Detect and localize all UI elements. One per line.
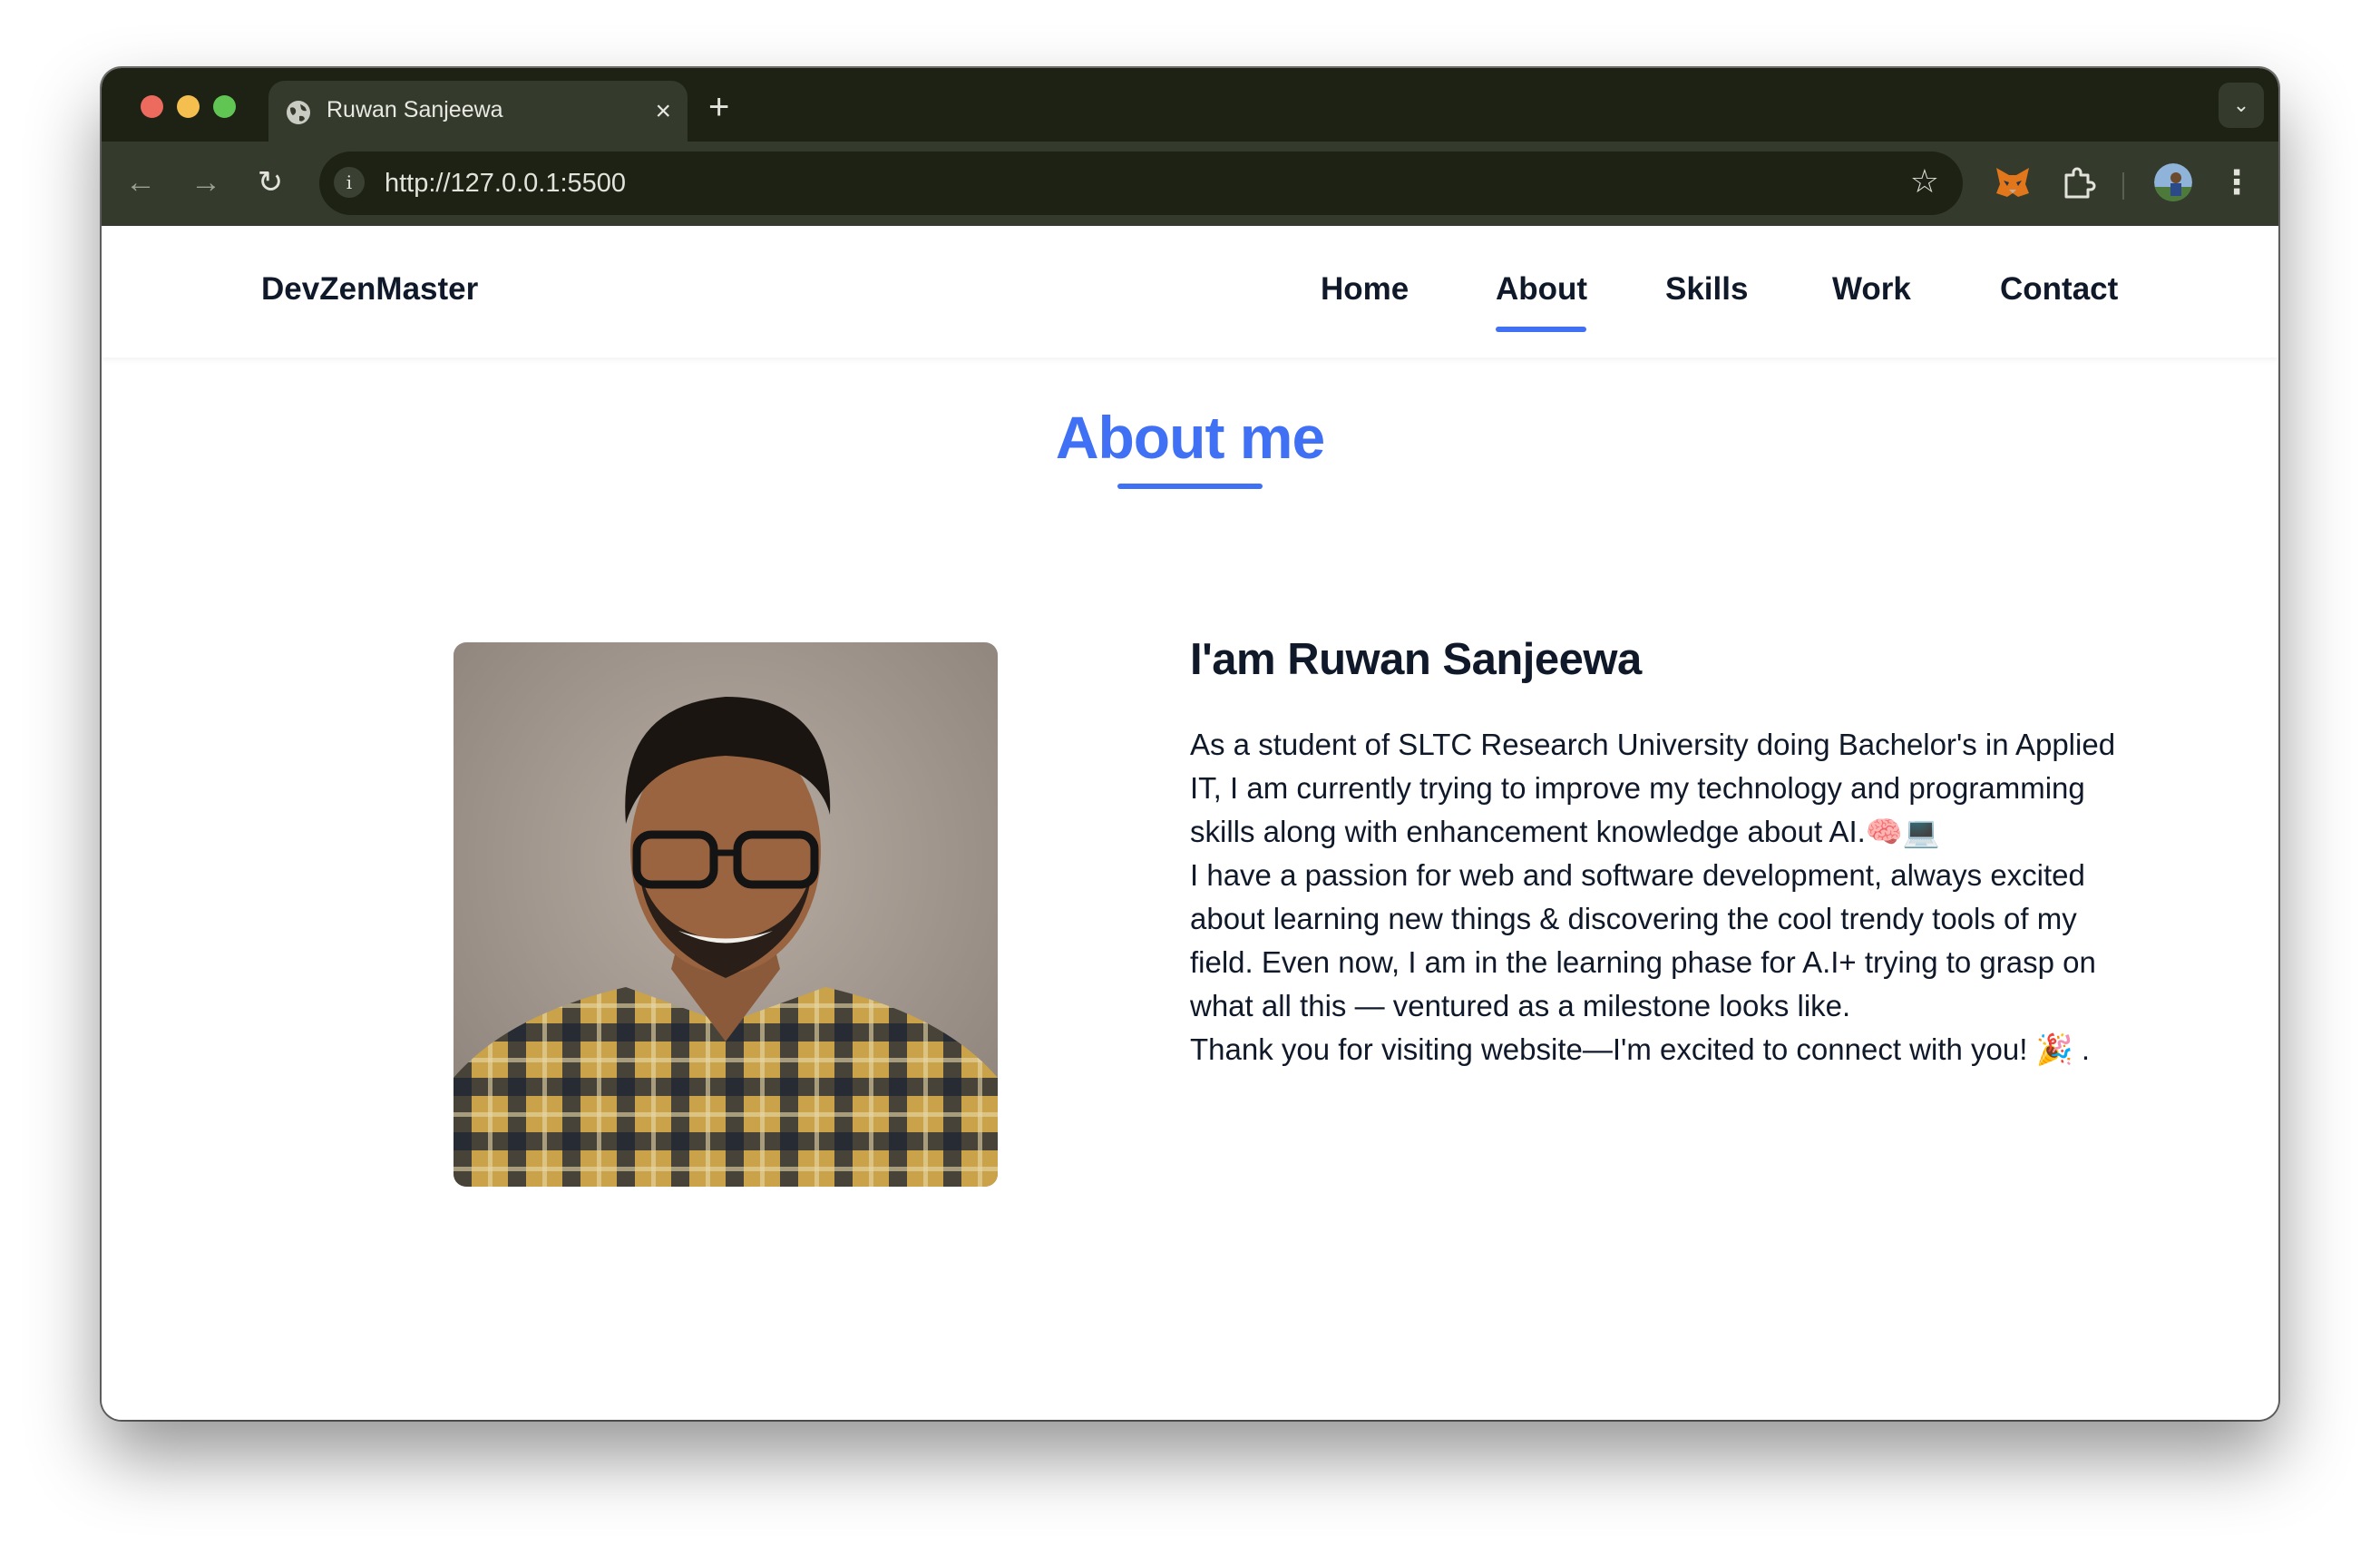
nav-contact[interactable]: Contact — [2000, 271, 2118, 308]
tab-strip: Ruwan Sanjeewa × + ⌄ — [102, 68, 2278, 142]
nav-work[interactable]: Work — [1832, 271, 1911, 308]
bookmark-star-icon[interactable]: ☆ — [1910, 163, 1939, 200]
active-nav-indicator — [1496, 327, 1586, 332]
section-title: About me — [1055, 404, 1325, 471]
title-underline — [1117, 484, 1263, 489]
minimize-window-button[interactable] — [177, 95, 200, 118]
nav-home[interactable]: Home — [1321, 271, 1409, 308]
browser-window: Ruwan Sanjeewa × + ⌄ ← → ↻ i http://127.… — [102, 68, 2278, 1420]
greeting-heading: I'am Ruwan Sanjeewa — [1190, 635, 1642, 684]
bio-paragraph-3: Thank you for visiting website—I'm excit… — [1190, 1032, 2090, 1066]
bio-paragraph-2: I have a passion for web and software de… — [1190, 858, 2096, 1022]
url-text[interactable]: http://127.0.0.1:5500 — [385, 169, 626, 199]
bio-text: As a student of SLTC Research University… — [1190, 723, 2133, 1071]
nav-skills[interactable]: Skills — [1665, 271, 1748, 308]
tab-title: Ruwan Sanjeewa — [327, 97, 503, 122]
web-page: DevZenMaster Home About Skills Work Cont… — [102, 226, 2278, 1420]
address-bar[interactable]: i http://127.0.0.1:5500 ☆ — [319, 152, 1963, 215]
globe-icon — [287, 101, 310, 124]
tab-close-icon[interactable]: × — [655, 96, 671, 127]
close-window-button[interactable] — [141, 95, 163, 118]
site-logo[interactable]: DevZenMaster — [261, 271, 478, 308]
forward-icon[interactable]: → — [185, 161, 227, 203]
site-header: DevZenMaster Home About Skills Work Cont… — [102, 226, 2278, 357]
browser-toolbar: ← → ↻ i http://127.0.0.1:5500 ☆ ⋮ — [102, 142, 2278, 226]
reload-icon[interactable]: ↻ — [249, 161, 291, 203]
bio-paragraph-1: As a student of SLTC Research University… — [1190, 728, 2116, 848]
toolbar-divider — [2122, 172, 2124, 200]
tab-search-button[interactable]: ⌄ — [2219, 83, 2264, 128]
browser-tab[interactable]: Ruwan Sanjeewa × — [268, 81, 688, 142]
extensions-puzzle-icon[interactable] — [2059, 164, 2097, 202]
profile-avatar[interactable] — [2154, 163, 2192, 201]
metamask-extension-icon[interactable] — [1993, 162, 2033, 202]
profile-photo — [454, 642, 998, 1187]
nav-about[interactable]: About — [1496, 271, 1587, 308]
browser-menu-icon[interactable]: ⋮ — [2220, 163, 2253, 201]
new-tab-button[interactable]: + — [708, 89, 729, 125]
site-info-icon[interactable]: i — [334, 167, 365, 198]
back-icon[interactable]: ← — [120, 161, 161, 203]
maximize-window-button[interactable] — [213, 95, 236, 118]
